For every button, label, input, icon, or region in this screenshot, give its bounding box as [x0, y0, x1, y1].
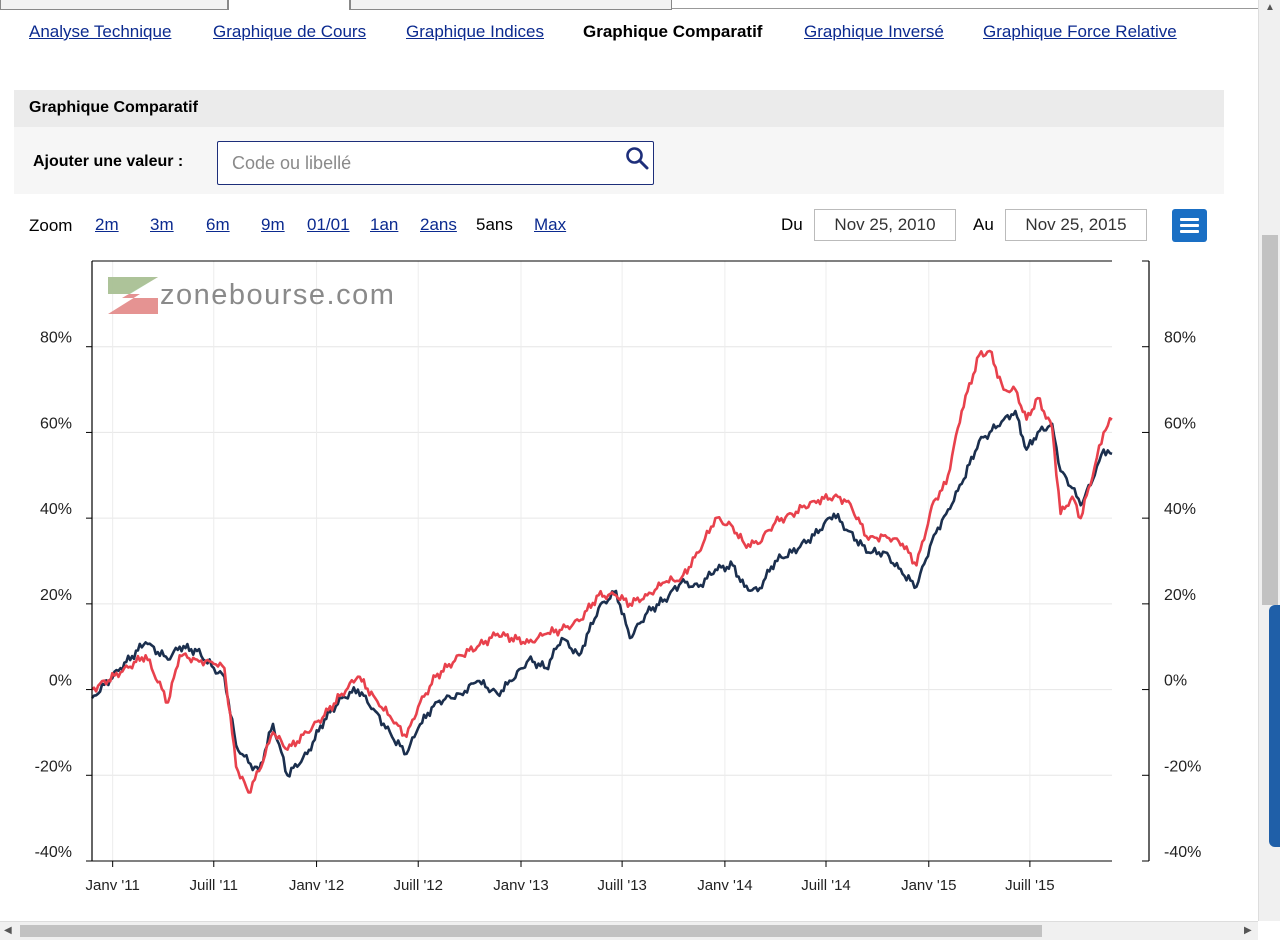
x-tick-label: Janv '15: [901, 877, 956, 894]
y-tick-label-right: 20%: [1164, 587, 1196, 604]
add-value-label: Ajouter une valeur :: [33, 153, 184, 170]
hamburger-menu-icon: [1180, 218, 1199, 221]
zoom-ytd-button[interactable]: 01/01: [307, 215, 350, 235]
x-tick-label: Janv '12: [289, 877, 344, 894]
y-tick-label-left: 40%: [40, 501, 72, 518]
horizontal-scrollbar[interactable]: ◀ ▶: [0, 921, 1258, 940]
series-line-2: [91, 349, 1113, 794]
search-input[interactable]: [232, 142, 612, 184]
scroll-left-icon[interactable]: ◀: [4, 925, 12, 936]
chart-menu-button[interactable]: [1172, 209, 1207, 242]
y-tick-label-right: -20%: [1164, 758, 1201, 775]
y-tick-label-left: 80%: [40, 330, 72, 347]
zoom-label: Zoom: [29, 216, 73, 235]
tab-active[interactable]: [228, 0, 350, 10]
x-tick-label: Janv '11: [86, 877, 140, 894]
vertical-scroll-thumb[interactable]: [1262, 235, 1278, 605]
y-tick-label-left: 20%: [40, 587, 72, 604]
x-tick-label: Juill '14: [801, 877, 851, 894]
scroll-right-icon[interactable]: ▶: [1244, 925, 1252, 936]
hamburger-menu-icon: [1180, 224, 1199, 227]
from-date-input[interactable]: [814, 209, 956, 241]
y-tick-label-left: 0%: [49, 673, 72, 690]
x-tick-label: Juill '12: [393, 877, 443, 894]
x-tick-label: Juill '13: [597, 877, 647, 894]
zoom-1an-button[interactable]: 1an: [370, 215, 398, 235]
zoom-2m-button[interactable]: 2m: [95, 215, 119, 235]
top-tab-strip: [0, 0, 1258, 10]
search-box: [217, 141, 654, 185]
nav-link-graphique-force-relative[interactable]: Graphique Force Relative: [983, 22, 1177, 42]
zonebourse-logo-icon: [108, 277, 158, 314]
watermark-text: zonebourse.com: [160, 279, 395, 311]
hamburger-menu-icon: [1180, 230, 1199, 233]
y-tick-label-right: 60%: [1164, 415, 1196, 432]
nav-link-graphique-de-cours[interactable]: Graphique de Cours: [213, 22, 366, 42]
nav-link-analyse-technique[interactable]: Analyse Technique: [29, 22, 171, 42]
y-tick-label-left: -20%: [35, 758, 72, 775]
x-tick-label: Juill '11: [190, 877, 238, 894]
zoom-9m-button[interactable]: 9m: [261, 215, 285, 235]
tab-previous[interactable]: [0, 0, 228, 10]
x-tick-label: Janv '13: [493, 877, 548, 894]
zoom-max-button[interactable]: Max: [534, 215, 566, 235]
zoom-6m-button[interactable]: 6m: [206, 215, 230, 235]
y-tick-label-right: 40%: [1164, 501, 1196, 518]
nav-link-graphique-indices[interactable]: Graphique Indices: [406, 22, 544, 42]
zoom-3m-button[interactable]: 3m: [150, 215, 174, 235]
chart-grid: [92, 261, 1112, 862]
horizontal-scroll-thumb[interactable]: [20, 925, 1042, 937]
nav-link-graphique-inverse[interactable]: Graphique Inversé: [804, 22, 944, 42]
to-date-input[interactable]: [1005, 209, 1147, 241]
side-feedback-tab[interactable]: [1269, 605, 1280, 847]
to-date-label: Au: [973, 215, 994, 234]
tab-next[interactable]: [350, 0, 672, 10]
scroll-up-icon[interactable]: ▲: [1265, 2, 1275, 13]
y-tick-label-right: -40%: [1164, 844, 1201, 861]
comparative-chart: zonebourse.com -40% -40% -20% -20% 0% 0% 20% 20…: [35, 260, 1201, 894]
zoom-2ans-button[interactable]: 2ans: [420, 215, 457, 235]
y-tick-label-left: -40%: [35, 844, 72, 861]
series-layer: [91, 349, 1113, 794]
y-tick-label-right: 0%: [1164, 673, 1187, 690]
panel-header: Graphique Comparatif: [14, 90, 1224, 127]
x-tick-label: Janv '14: [697, 877, 752, 894]
add-value-panel: Ajouter une valeur :: [14, 127, 1224, 194]
chart-axes: -40% -40% -20% -20% 0% 0% 20% 20% 40% 40% 60% 60% 80…: [35, 260, 1201, 894]
search-icon[interactable]: [625, 146, 649, 170]
x-tick-label: Juill '15: [1005, 877, 1055, 894]
y-tick-label-right: 80%: [1164, 330, 1196, 347]
from-date-label: Du: [781, 215, 803, 234]
panel-title: Graphique Comparatif: [29, 99, 198, 116]
zonebourse-watermark: zonebourse.com: [108, 277, 395, 314]
y-tick-label-left: 60%: [40, 415, 72, 432]
zoom-5ans-button[interactable]: 5ans: [476, 215, 513, 235]
nav-link-graphique-comparatif[interactable]: Graphique Comparatif: [583, 22, 762, 42]
